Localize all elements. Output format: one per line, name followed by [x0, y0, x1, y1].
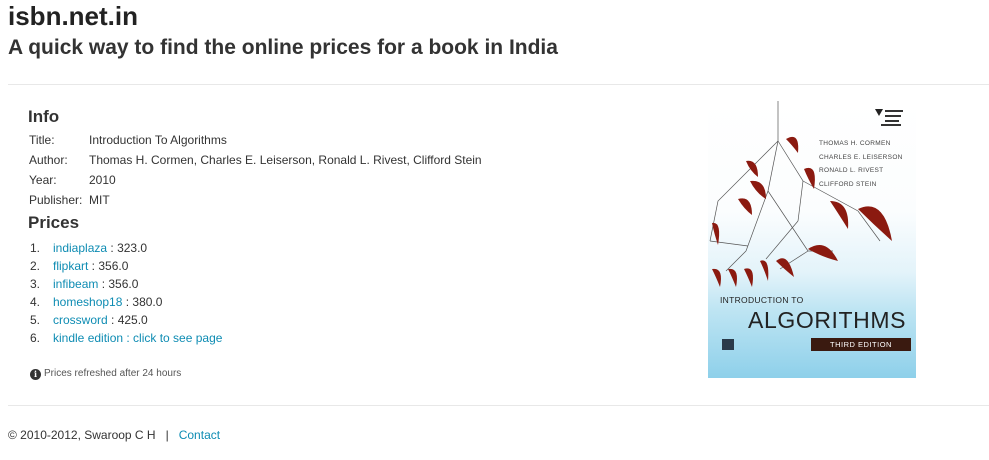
price-value: 323.0	[117, 241, 148, 255]
info-label: Publisher:	[29, 193, 83, 207]
price-value: 356.0	[108, 277, 139, 291]
cover-author: CLIFFORD STEIN	[819, 180, 877, 188]
info-label: Author:	[29, 153, 68, 167]
contact-link[interactable]: Contact	[179, 428, 220, 442]
price-item: 3. infibeam : 356.0	[30, 275, 222, 293]
price-value: 380.0	[132, 295, 163, 309]
copyright: © 2010-2012, Swaroop C H	[8, 428, 156, 442]
info-value-title: Introduction To Algorithms	[89, 133, 227, 147]
divider-top	[8, 84, 989, 85]
price-item: 1. indiaplaza : 323.0	[30, 239, 222, 257]
info-label: Year:	[29, 173, 57, 187]
price-index: 3.	[30, 277, 41, 291]
price-item: 5. crossword : 425.0	[30, 311, 222, 329]
price-separator: :	[98, 277, 109, 291]
footer: © 2010-2012, Swaroop C H | Contact	[8, 427, 220, 443]
mobile-illustration	[709, 101, 892, 287]
price-separator: :	[107, 313, 118, 327]
price-separator: :	[122, 295, 133, 309]
store-link-indiaplaza[interactable]: indiaplaza	[53, 241, 107, 255]
price-index: 1.	[30, 241, 41, 255]
tagline: A quick way to find the online prices fo…	[8, 36, 558, 59]
price-item: 2. flipkart : 356.0	[30, 257, 222, 275]
price-list: 1. indiaplaza : 323.0 2. flipkart : 356.0 …	[30, 239, 222, 347]
price-separator: :	[88, 259, 99, 273]
store-link-infibeam[interactable]: infibeam	[53, 277, 98, 291]
prices-heading: Prices	[28, 213, 80, 232]
cover-title: ALGORITHMS	[748, 307, 907, 333]
book-cover: THOMAS H. CORMEN CHARLES E. LEISERSON RO…	[708, 101, 916, 378]
divider-bottom	[8, 405, 989, 406]
site-title[interactable]: isbn.net.in	[8, 1, 138, 31]
publisher-logo-icon	[722, 339, 734, 350]
store-link-homeshop18[interactable]: homeshop18	[53, 295, 122, 309]
price-item: 6. kindle edition : click to see page	[30, 329, 222, 347]
price-index: 6.	[30, 331, 41, 345]
cover-edition: THIRD EDITION	[811, 338, 911, 351]
cover-authors: THOMAS H. CORMEN CHARLES E. LEISERSON RO…	[819, 137, 903, 191]
info-heading: Info	[28, 107, 60, 126]
store-link-flipkart[interactable]: flipkart	[53, 259, 88, 273]
price-separator: :	[107, 241, 118, 255]
price-index: 4.	[30, 295, 41, 309]
cover-intro: INTRODUCTION TO	[720, 295, 804, 305]
price-index: 5.	[30, 313, 41, 327]
info-value-year: 2010	[89, 173, 116, 187]
price-value: 356.0	[98, 259, 129, 273]
price-index: 2.	[30, 259, 41, 273]
info-value-author: Thomas H. Cormen, Charles E. Leiserson, …	[89, 153, 482, 167]
cover-author: CHARLES E. LEISERSON	[819, 153, 903, 161]
store-link-kindle[interactable]: kindle edition : click to see page	[53, 331, 222, 345]
info-label: Title:	[29, 133, 55, 147]
price-value: 425.0	[117, 313, 148, 327]
cover-author: RONALD L. RIVEST	[819, 167, 884, 174]
refresh-note-text: Prices refreshed after 24 hours	[44, 368, 182, 379]
refresh-note: i Prices refreshed after 24 hours	[30, 367, 181, 381]
info-circle-icon: i	[30, 369, 41, 380]
info-value-publisher: MIT	[89, 193, 110, 207]
footer-separator: |	[165, 428, 169, 442]
store-link-crossword[interactable]: crossword	[53, 313, 108, 327]
cover-author: THOMAS H. CORMEN	[819, 140, 891, 147]
price-item: 4. homeshop18 : 380.0	[30, 293, 222, 311]
